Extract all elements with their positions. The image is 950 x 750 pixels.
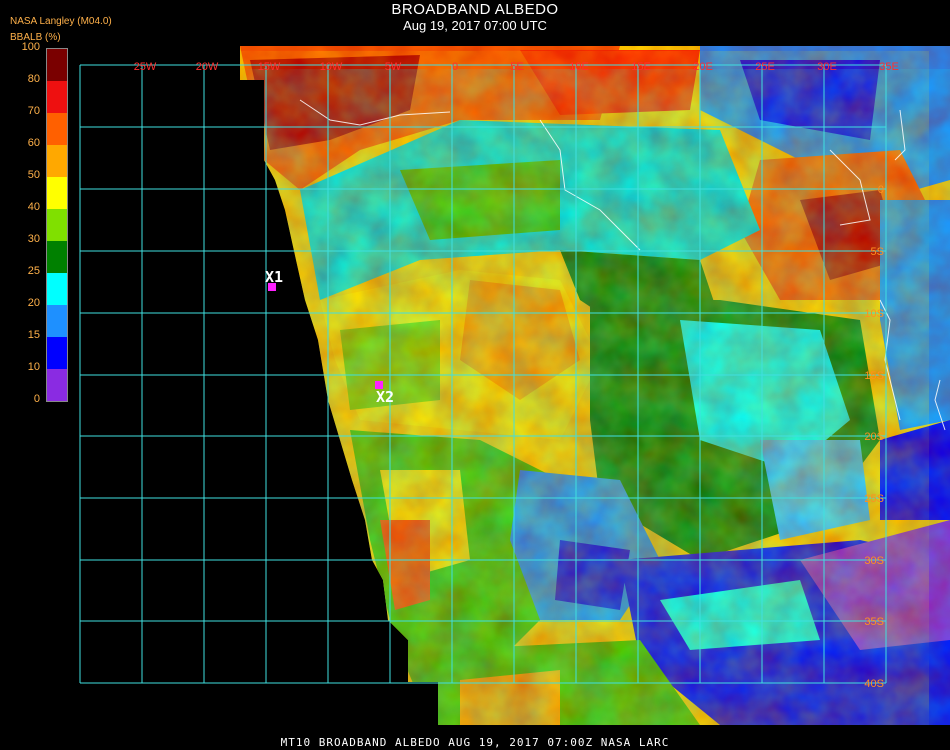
legend-bin <box>47 241 67 273</box>
legend-tick-label: 25 <box>27 265 40 277</box>
longitude-label: 0 <box>452 61 458 73</box>
latitude-label: 5S <box>871 246 884 258</box>
map-title: BROADBAND ALBEDO <box>391 1 559 18</box>
legend-bin <box>47 49 67 81</box>
legend-tick-label: 15 <box>27 329 40 341</box>
marker-x1 <box>268 283 276 291</box>
longitude-label: 30E <box>817 61 837 73</box>
longitude-label: 35E <box>879 61 899 73</box>
longitude-label: 20W <box>196 61 219 73</box>
latitude-label: 15S <box>864 370 884 382</box>
latitude-label: 20S <box>864 431 884 443</box>
albedo-map: 25W 20W 15W 10W 5W 0 5E 10E 15E 20E 25E 30E 35E 0 5S 10… <box>79 46 950 725</box>
source-label: NASA Langley (M04.0) <box>10 16 112 27</box>
longitude-label: 20E <box>693 61 713 73</box>
longitude-label: 5W <box>385 61 402 73</box>
longitude-label: 25W <box>134 61 157 73</box>
legend-bin <box>47 113 67 145</box>
latitude-label: 10S <box>864 308 884 320</box>
legend-tick-label: 100 <box>21 41 40 53</box>
legend-bin <box>47 369 67 401</box>
legend-tick-label: 20 <box>27 297 40 309</box>
legend-tick-label: 50 <box>27 169 40 181</box>
legend-tick-label: 80 <box>27 73 40 85</box>
longitude-label: 5E <box>510 61 523 73</box>
footer-caption: MT10 BROADBAND ALBEDO AUG 19, 2017 07:00… <box>280 736 670 749</box>
latitude-label: 40S <box>864 678 884 690</box>
color-legend <box>46 48 68 402</box>
marker-label-x2: X2 <box>376 388 395 406</box>
satellite-imagery <box>240 46 950 725</box>
longitude-label: 25E <box>755 61 775 73</box>
legend-bin <box>47 81 67 113</box>
legend-bin <box>47 337 67 369</box>
legend-bin <box>47 305 67 337</box>
longitude-label: 10E <box>569 61 589 73</box>
legend-tick-label: 30 <box>27 233 40 245</box>
longitude-label: 15E <box>631 61 651 73</box>
latitude-label: 35S <box>864 616 884 628</box>
legend-bin <box>47 177 67 209</box>
map-timestamp: Aug 19, 2017 07:00 UTC <box>403 18 547 33</box>
legend-bin <box>47 145 67 177</box>
longitude-label: 15W <box>258 61 281 73</box>
legend-bin <box>47 273 67 305</box>
legend-tick-label: 70 <box>27 105 40 117</box>
latitude-label: 30S <box>864 555 884 567</box>
longitude-label: 10W <box>320 61 343 73</box>
latitude-label: 0 <box>878 184 884 196</box>
legend-tick-label: 60 <box>27 137 40 149</box>
legend-bin <box>47 209 67 241</box>
legend-tick-label: 0 <box>33 393 40 405</box>
latitude-label: 25S <box>864 493 884 505</box>
legend-tick-label: 10 <box>27 361 40 373</box>
legend-tick-label: 40 <box>27 201 40 213</box>
